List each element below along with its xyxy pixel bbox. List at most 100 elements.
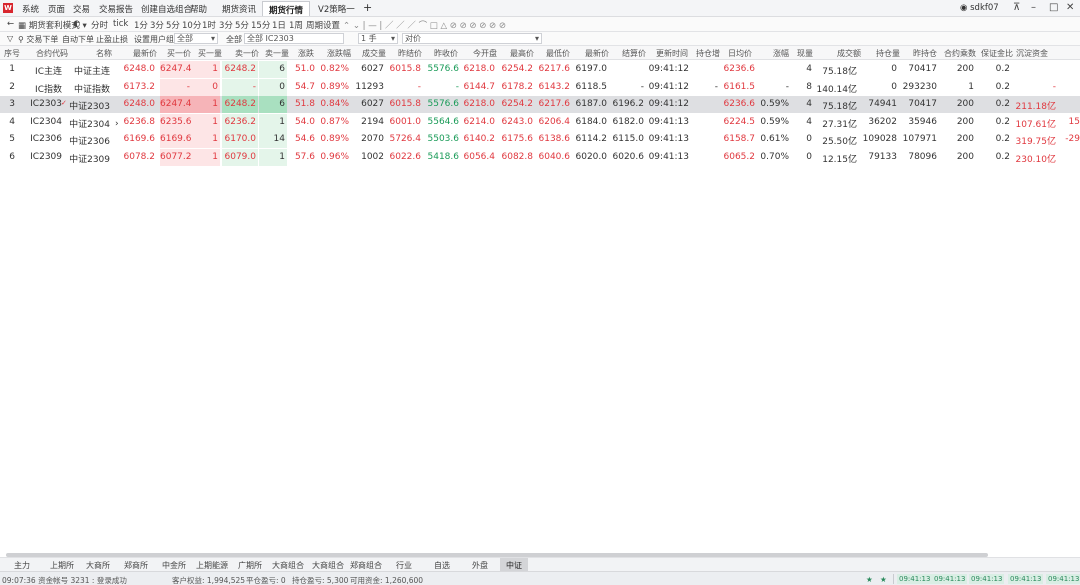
col-header-index[interactable]: 序号 [4,48,20,59]
tab-v2-strategy[interactable]: V2策略一 [318,3,355,15]
toggle-icon[interactable]: ◐ [73,19,80,29]
tab-czce[interactable]: 郑商所 [124,560,148,571]
col-header-lastb[interactable]: 最新价 [585,48,609,59]
col-header-name[interactable]: 名称 [96,48,112,59]
tab-foreign[interactable]: 外盘 [472,560,488,571]
col-header-change-pct[interactable]: 涨跌幅 [327,48,351,59]
cell-turnover: 140.14亿 [816,84,858,95]
col-header-oi[interactable]: 持仓量 [876,48,900,59]
contract-search-input[interactable]: 全部 IC2303 [244,33,344,44]
col-header-oi-change[interactable]: 持仓增 [696,48,720,59]
tab-dce-combo-2[interactable]: 大商组合 [312,560,344,571]
period-10min[interactable]: 10分 [182,19,201,31]
tab-cffex[interactable]: 中金所 [162,560,186,571]
col-header-fund[interactable]: 沉淀资金 [1016,48,1048,59]
user-group-label: 设置用户组 [134,35,174,44]
col-header-avg[interactable]: 日均价 [728,48,752,59]
table-row[interactable]: 4 IC2304 中证2304 6236.8 6235.6 1 6236.2 1 54.0 0.8… [0,113,1080,131]
col-header-pre-oi[interactable]: 昨持仓 [913,48,937,59]
col-header-bid-vol[interactable]: 买一量 [198,48,222,59]
col-header-preclose[interactable]: 昨收价 [434,48,458,59]
menu-trade-report[interactable]: 交易报告 [99,3,133,15]
col-header-time[interactable]: 更新时间 [656,48,688,59]
col-header-ask-vol[interactable]: 卖一量 [265,48,289,59]
col-header-change[interactable]: 涨跌 [298,48,314,59]
col-header-cur-vol[interactable]: 现量 [797,48,813,59]
col-header-last[interactable]: 最新价 [133,48,157,59]
menu-page[interactable]: 页面 [48,3,65,15]
cell-cur: 8 [806,81,812,92]
period-3[interactable]: 3分 [219,19,233,31]
period-5[interactable]: 5分 [235,19,249,31]
menu-system[interactable]: 系统 [22,3,39,15]
table-row[interactable]: 5 IC2306 中证2306 6169.6 6169.6 1 6170.0 14 54.6 0.… [0,131,1080,148]
tab-watchlist[interactable]: 自选 [434,560,450,571]
tab-czce-combo[interactable]: 郑商组合 [350,560,382,571]
tab-dce-combo[interactable]: 大商组合 [272,560,304,571]
pin-icon[interactable]: ⊼ [1013,2,1020,13]
back-arrow-icon[interactable]: ← [7,19,14,29]
tab-ine[interactable]: 上期能源 [196,560,228,571]
col-header-low[interactable]: 最低价 [546,48,570,59]
lots-stepper[interactable]: 1 手 ▾ [358,33,398,44]
col-header-turnover[interactable]: 成交额 [837,48,861,59]
period-1min[interactable]: 1分 [134,19,148,31]
auto-order-button[interactable]: 自动下单 [62,34,94,45]
filter-icon[interactable]: ▽ [7,34,13,43]
tab-shfe[interactable]: 上期所 [50,560,74,571]
period-3min[interactable]: 3分 [150,19,164,31]
menu-futures-news[interactable]: 期货资讯 [222,3,256,15]
period-1d[interactable]: 1日 [272,19,286,31]
cell-lastb: 6197.0 [575,64,608,74]
trade-order-button[interactable]: ⚲ 交易下单 [18,34,58,45]
order-type-select[interactable]: 对价 ▾ [402,33,542,44]
col-header-high[interactable]: 最高价 [510,48,534,59]
period-tick[interactable]: tick [113,19,128,29]
user-account[interactable]: ◉ sdkf07 [960,3,999,13]
period-1w[interactable]: 1周 [289,19,303,31]
cell-mult: 200 [956,134,974,144]
col-header-margin[interactable]: 保证金比 [981,48,1013,59]
cell-low: 6040.6 [538,151,571,162]
cell-ask: - [222,78,258,96]
tab-futures-quotes[interactable]: 期货行情 [262,1,311,16]
period-15min[interactable]: 15分 [251,19,270,31]
table-row[interactable]: 2 IC指数 中证指数 6173.2-0-0 54.7 0.89% 11293- -6144.… [0,78,1080,96]
close-button[interactable]: ✕ [1066,2,1074,13]
tab-csi-active[interactable]: 中证 [500,558,528,571]
cell-lastb: 6187.0 [575,99,608,109]
period-1h[interactable]: 1时 [202,19,216,31]
col-header-amp[interactable]: 涨幅 [773,48,789,59]
maximize-button[interactable]: □ [1049,2,1058,13]
user-group-select[interactable]: 全部 ▾ [174,33,218,44]
quote-table-header: 序号 合约代码 名称 最新价 买一价 买一量 卖一价 卖一量 涨跌 涨跌幅 成交… [0,46,1080,60]
menu-help[interactable]: 帮助 [190,3,207,15]
col-header-open[interactable]: 今开盘 [473,48,497,59]
period-settings[interactable]: 周期设置 [306,19,340,31]
menu-create-watchlist[interactable]: 创建自选组合 [141,3,192,15]
menu-trade[interactable]: 交易 [73,3,90,15]
col-header-code[interactable]: 合约代码 [36,48,68,59]
table-row[interactable]: 6 IC2309 中证2309 6078.2 6077.2 1 6079.0 1 57.6 0.9… [0,148,1080,166]
col-header-presettle[interactable]: 昨结价 [398,48,422,59]
star-icon[interactable]: ★ [866,575,873,584]
stop-profit-loss-button[interactable]: 止盈止损 [96,34,128,45]
drawing-tools-icon[interactable]: ⌃ ⌄ | — | ／ ／ ／ ⌒ □ △ ⊘ ⊘ ⊘ ⊘ ⊘ ⊘ [343,19,506,31]
tab-main[interactable]: 主力 [14,560,30,571]
col-header-settle[interactable]: 结算价 [622,48,646,59]
col-header-multiplier[interactable]: 合约乘数 [944,48,976,59]
add-tab-button[interactable]: + [363,1,372,14]
table-row[interactable]: 1 IC主连 中证主连 6248.0 6247.4 1 6248.2 6 51.0 0.82% 60… [0,61,1080,78]
cell-vol: 2070 [361,134,384,144]
minimize-button[interactable]: – [1031,2,1036,13]
col-header-ask[interactable]: 卖一价 [235,48,259,59]
col-header-bid[interactable]: 买一价 [167,48,191,59]
tab-industry[interactable]: 行业 [396,560,412,571]
col-header-volume[interactable]: 成交量 [362,48,386,59]
period-5min[interactable]: 5分 [166,19,180,31]
star-icon-2[interactable]: ★ [880,575,887,584]
period-timeshare[interactable]: 分时 [91,19,108,31]
tab-gfex[interactable]: 广期所 [238,560,262,571]
table-row[interactable]: 3 IC2303 ✓ 中证2303 6248.0 6247.4 1 6248.2 6 51.8 0.… [0,96,1080,113]
tab-dce[interactable]: 大商所 [86,560,110,571]
